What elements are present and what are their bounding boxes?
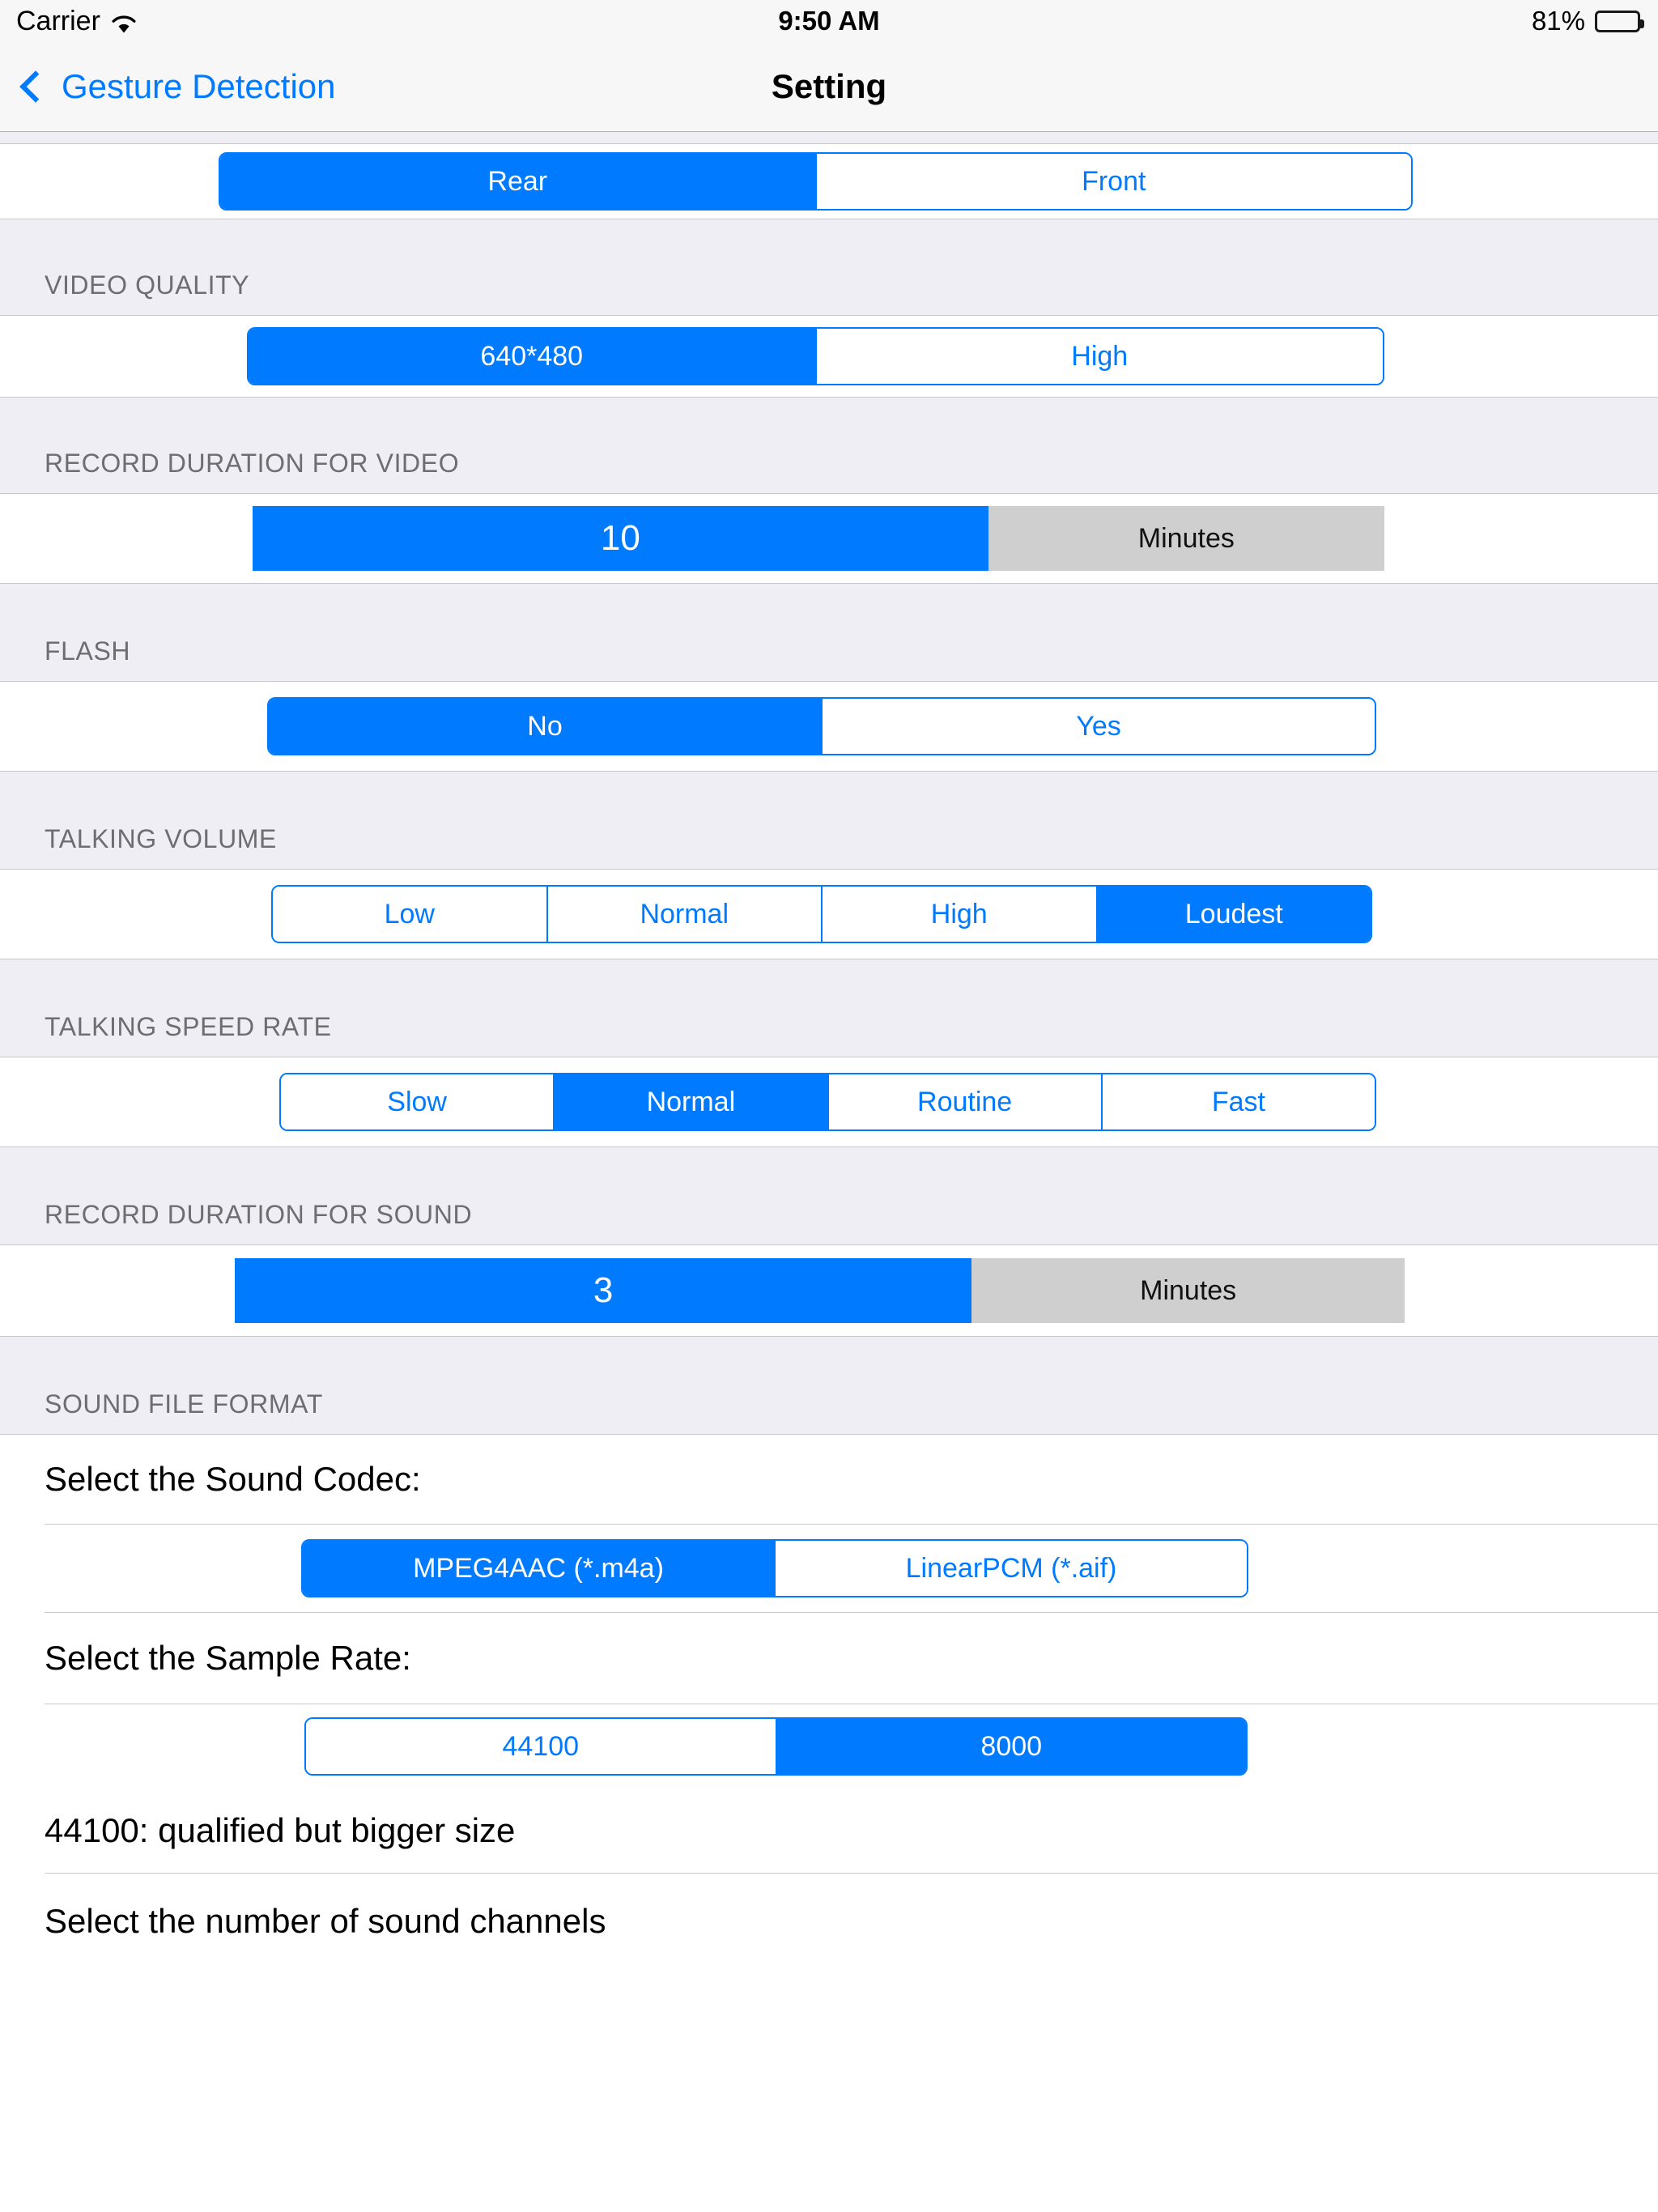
segment-volume-high[interactable]: High xyxy=(821,887,1096,942)
segment-speed-slow[interactable]: Slow xyxy=(281,1074,554,1129)
segment-flash-yes[interactable]: Yes xyxy=(821,699,1375,754)
section-header-talking-volume: TALKING VOLUME xyxy=(0,771,1658,870)
page-title: Setting xyxy=(771,67,887,105)
record-duration-sound-row: 3 Minutes xyxy=(0,1245,1658,1336)
section-header-flash: FLASH xyxy=(0,583,1658,682)
sample-rate-segmented-control[interactable]: 44100 8000 xyxy=(304,1717,1248,1776)
section-header-talking-speed-rate: TALKING SPEED RATE xyxy=(0,959,1658,1057)
segment-high[interactable]: High xyxy=(814,329,1383,384)
navbar-underband xyxy=(0,132,1658,144)
record-duration-video-stepper[interactable]: 10 Minutes xyxy=(253,506,1384,571)
segment-speed-normal[interactable]: Normal xyxy=(553,1074,827,1129)
sample-rate-note-row: 44100: qualified but bigger size xyxy=(0,1789,1658,1873)
segment-volume-normal[interactable]: Normal xyxy=(546,887,821,942)
segment-speed-routine[interactable]: Routine xyxy=(827,1074,1101,1129)
flash-segmented-control[interactable]: No Yes xyxy=(267,697,1376,755)
codec-segmented-control[interactable]: MPEG4AAC (*.m4a) LinearPCM (*.aif) xyxy=(301,1539,1248,1597)
status-bar-time: 9:50 AM xyxy=(778,6,880,36)
codec-label-row: Select the Sound Codec: xyxy=(0,1435,1658,1524)
segment-flash-no[interactable]: No xyxy=(269,699,821,754)
record-duration-video-value[interactable]: 10 xyxy=(253,506,988,571)
segment-volume-low[interactable]: Low xyxy=(273,887,546,942)
status-bar-right: 81% xyxy=(1531,6,1644,36)
record-duration-video-unit: Minutes xyxy=(988,506,1384,571)
camera-row: Rear Front xyxy=(0,144,1658,219)
flash-row: No Yes xyxy=(0,682,1658,771)
segment-codec-mpeg4aac[interactable]: MPEG4AAC (*.m4a) xyxy=(303,1541,774,1596)
segment-640x480[interactable]: 640*480 xyxy=(249,329,815,384)
record-duration-video-row: 10 Minutes xyxy=(0,494,1658,583)
record-duration-sound-stepper[interactable]: 3 Minutes xyxy=(235,1258,1405,1323)
record-duration-sound-unit: Minutes xyxy=(971,1258,1405,1323)
talking-speed-rate-segmented-control[interactable]: Slow Normal Routine Fast xyxy=(279,1073,1376,1131)
channels-label-row: Select the number of sound channels xyxy=(0,1874,1658,1969)
codec-label: Select the Sound Codec: xyxy=(45,1460,421,1498)
segment-samplerate-44100[interactable]: 44100 xyxy=(306,1719,776,1774)
sample-rate-note: 44100: qualified but bigger size xyxy=(45,1811,516,1849)
section-header-record-duration-video: RECORD DURATION FOR VIDEO xyxy=(0,397,1658,494)
camera-segmented-control[interactable]: Rear Front xyxy=(219,152,1413,211)
segment-front[interactable]: Front xyxy=(814,154,1411,209)
channels-label: Select the number of sound channels xyxy=(45,1902,606,1940)
battery-icon xyxy=(1595,10,1644,32)
segment-speed-fast[interactable]: Fast xyxy=(1100,1074,1375,1129)
segment-rear[interactable]: Rear xyxy=(220,154,815,209)
status-bar: Carrier 9:50 AM 81% xyxy=(0,0,1658,42)
segment-volume-loudest[interactable]: Loudest xyxy=(1095,887,1371,942)
codec-row: MPEG4AAC (*.m4a) LinearPCM (*.aif) xyxy=(0,1525,1658,1612)
section-header-record-duration-sound: RECORD DURATION FOR SOUND xyxy=(0,1146,1658,1245)
record-duration-sound-value[interactable]: 3 xyxy=(235,1258,972,1323)
video-quality-segmented-control[interactable]: 640*480 High xyxy=(247,327,1384,385)
sample-rate-label: Select the Sample Rate: xyxy=(45,1639,411,1677)
segment-samplerate-8000[interactable]: 8000 xyxy=(775,1719,1246,1774)
battery-percent-label: 81% xyxy=(1531,6,1585,36)
talking-speed-rate-row: Slow Normal Routine Fast xyxy=(0,1057,1658,1146)
video-quality-row: 640*480 High xyxy=(0,316,1658,397)
section-header-video-quality: VIDEO QUALITY xyxy=(0,219,1658,316)
talking-volume-row: Low Normal High Loudest xyxy=(0,870,1658,959)
segment-codec-linearpcm[interactable]: LinearPCM (*.aif) xyxy=(774,1541,1247,1596)
section-header-sound-file-format: SOUND FILE FORMAT xyxy=(0,1336,1658,1435)
sample-rate-row: 44100 8000 xyxy=(0,1704,1658,1789)
talking-volume-segmented-control[interactable]: Low Normal High Loudest xyxy=(271,885,1372,943)
navigation-bar: Gesture Detection Setting xyxy=(0,42,1658,131)
sample-rate-label-row: Select the Sample Rate: xyxy=(0,1613,1658,1704)
